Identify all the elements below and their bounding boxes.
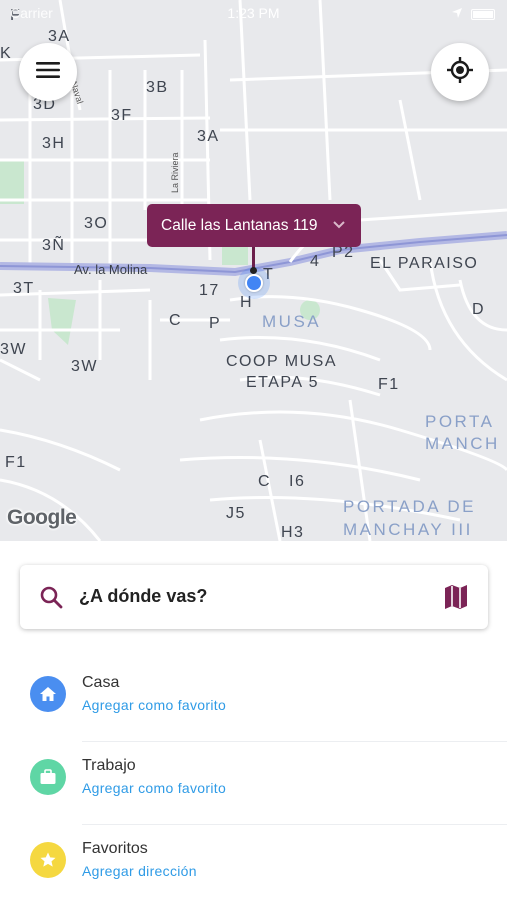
map-block-label: 3F [111,107,133,124]
area-label: PORTA [425,412,495,431]
map-block-label: 17 [199,282,220,299]
pin-dot [250,267,257,274]
map-block-label: I6 [289,473,306,490]
status-bar: Carrier 1:23 PM [0,0,507,26]
hamburger-icon [36,61,60,84]
pin-stem [252,247,255,269]
area-label: COOP MUSA [226,353,337,370]
area-label: ETAPA 5 [246,374,320,391]
map-icon[interactable] [444,584,468,615]
map-block-label: 3W [0,341,27,358]
map-block-label: 3A [197,128,220,145]
map-block-label: J5 [226,505,246,522]
map-block-label: 3Ñ [42,237,66,254]
favorite-row-home[interactable]: Casa Agregar como favorito [0,659,507,742]
status-time: 1:23 PM [227,5,280,21]
area-label: MANCHAY III [343,520,473,539]
map-block-label: D [472,301,486,318]
crosshair-icon [447,56,473,88]
location-services-icon [451,6,463,22]
home-icon [30,676,66,712]
map-block-label: 3T [13,280,35,297]
add-favorite-link[interactable]: Agregar como favorito [82,780,226,796]
map-block-label: K [0,45,13,62]
map-block-label: F1 [378,376,400,393]
chevron-down-icon [331,216,347,237]
area-label: MANCH [425,434,500,453]
add-address-link[interactable]: Agregar dirección [82,863,197,879]
my-location-button[interactable] [431,43,489,101]
map-block-label: F1 [5,454,27,471]
street-label: Av. la Molina [74,262,148,277]
map-block-label: C [169,312,183,329]
favorite-title: Trabajo [82,757,136,774]
map-block-label: H3 [281,524,305,541]
google-logo: Google [7,506,77,529]
favorite-title: Favoritos [82,840,148,857]
favorite-row-work[interactable]: Trabajo Agregar como favorito [0,742,507,825]
favorite-title: Casa [82,674,120,691]
battery-icon [471,8,495,20]
add-favorite-link[interactable]: Agregar como favorito [82,697,226,713]
favorite-row-favorites[interactable]: Favoritos Agregar dirección [0,825,507,900]
map-block-label: P [209,315,222,332]
area-label: MUSA [262,312,322,331]
map-block-label: 4 [310,253,321,270]
map-block-label: 3B [146,79,169,96]
street-label: La Riviera [170,152,180,193]
star-icon [30,842,66,878]
bottom-sheet: ¿A dónde vas? Casa Agregar como favorito… [0,541,507,900]
map-block-label: 3O [84,215,109,232]
map-view[interactable]: 3A 3B 3D 3F 3A 3H 3O 3Ñ 3T 3W 3W 4 P2 17… [0,0,507,541]
menu-button[interactable] [19,43,77,101]
destination-search-input[interactable]: ¿A dónde vas? [79,586,207,607]
map-block-label: 3W [71,358,98,375]
briefcase-icon [30,759,66,795]
current-location-dot [245,274,263,292]
search-icon [39,585,63,614]
destination-search-bar[interactable]: ¿A dónde vas? [20,565,488,629]
area-label: PORTADA DE [343,497,477,516]
pickup-address-callout[interactable]: Calle las Lantanas 119 [147,204,361,247]
pickup-address: Calle las Lantanas 119 [161,216,318,234]
map-block-label: C [258,473,272,490]
map-block-label: 3H [42,135,66,152]
area-label: EL PARAISO [370,255,479,272]
